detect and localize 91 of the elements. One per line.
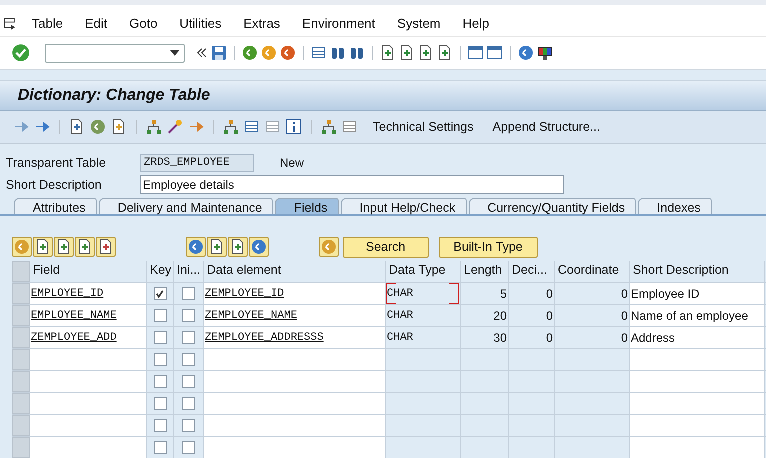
checkbox[interactable] — [182, 441, 195, 454]
dropdown-arrow-icon[interactable] — [170, 50, 180, 56]
table-cell[interactable]: ZEMPLOYEE_ADD — [30, 327, 147, 348]
info-icon[interactable] — [286, 119, 302, 135]
tab[interactable]: Attributes — [14, 198, 97, 214]
checkbox[interactable] — [182, 375, 195, 388]
menu-item[interactable]: Environment — [302, 16, 376, 31]
table-cell[interactable]: ZEMPLOYEE_ID — [204, 283, 386, 304]
magic-wand-icon[interactable] — [167, 119, 183, 135]
monitor-icon[interactable] — [537, 45, 553, 61]
checkbox[interactable] — [154, 287, 166, 300]
column-header[interactable]: Data element — [204, 261, 386, 282]
tab[interactable]: Indexes — [638, 198, 712, 214]
table-cell[interactable]: Address — [630, 327, 765, 348]
table-cell: CHAR — [386, 283, 461, 304]
checkbox[interactable] — [182, 309, 195, 322]
tab[interactable]: Delivery and Maintenance — [98, 198, 274, 214]
menu-item[interactable]: Table — [32, 16, 64, 31]
table-cell: CHAR — [386, 327, 461, 348]
table-cell[interactable] — [204, 415, 386, 436]
table-name-field: ZRDS_EMPLOYEE — [140, 154, 254, 172]
toolbar-button[interactable]: Append Structure... — [488, 120, 604, 134]
table-cell[interactable] — [30, 349, 147, 370]
table-cell: CHAR — [386, 305, 461, 326]
checkbox[interactable] — [154, 419, 166, 432]
table-cell[interactable]: Name of an employee — [630, 305, 765, 326]
tree-icon[interactable] — [223, 119, 239, 135]
checkbox[interactable] — [154, 441, 166, 454]
table-cell[interactable] — [204, 371, 386, 392]
toolbar-button[interactable]: Built-In Type — [438, 236, 538, 258]
table-cell[interactable] — [30, 393, 147, 414]
save-icon[interactable] — [211, 45, 227, 61]
table-cell[interactable]: Employee ID — [630, 283, 765, 304]
menu-item[interactable]: System — [397, 16, 441, 31]
column-header[interactable]: Ini... — [174, 261, 204, 282]
forward-arrow-icon[interactable] — [34, 119, 50, 135]
menu-item[interactable]: Utilities — [180, 16, 222, 31]
column-header[interactable]: Field — [30, 261, 147, 282]
menu-icon[interactable] — [4, 16, 18, 30]
table-cell[interactable] — [630, 415, 765, 436]
field-label: Short Description — [6, 178, 103, 192]
tab[interactable]: Fields — [275, 198, 339, 214]
table-cell[interactable] — [30, 437, 147, 458]
checkbox[interactable] — [154, 397, 166, 410]
screen-title: Dictionary: Change Table — [18, 86, 210, 104]
export-icon[interactable] — [188, 119, 204, 135]
tab[interactable]: Input Help/Check — [340, 198, 467, 214]
table-cell[interactable] — [630, 349, 765, 370]
hierarchy-icon[interactable] — [146, 119, 162, 135]
command-field[interactable] — [45, 44, 185, 62]
menu-item[interactable]: Edit — [85, 16, 108, 31]
tab[interactable]: Currency/Quantity Fields — [468, 198, 636, 214]
table-cell[interactable] — [204, 349, 386, 370]
checkbox[interactable] — [182, 397, 195, 410]
table-cell[interactable] — [30, 371, 147, 392]
enter-icon[interactable] — [12, 44, 30, 62]
checkbox[interactable] — [154, 309, 166, 322]
checkbox[interactable] — [182, 419, 195, 432]
table-cell[interactable]: EMPLOYEE_NAME — [30, 305, 147, 326]
table-cell[interactable]: ZEMPLOYEE_ADDRESSS — [204, 327, 386, 348]
table-icon[interactable] — [342, 119, 358, 135]
table-cell[interactable] — [204, 437, 386, 458]
column-header[interactable]: Coordinate — [555, 261, 630, 282]
menu-item[interactable]: Goto — [129, 16, 158, 31]
column-header[interactable]: Short Description — [630, 261, 765, 282]
checkbox[interactable] — [182, 287, 195, 300]
description-field[interactable]: Employee details — [140, 175, 564, 194]
select-all-cell[interactable] — [12, 261, 30, 282]
checkbox[interactable] — [182, 353, 195, 366]
table-cell[interactable] — [204, 393, 386, 414]
column-header[interactable]: Key — [147, 261, 174, 282]
checkbox[interactable] — [182, 331, 195, 344]
column-header[interactable]: Data Type — [386, 261, 461, 282]
column-header[interactable]: Deci... — [509, 261, 555, 282]
table-cell[interactable] — [30, 415, 147, 436]
table-cell[interactable]: ZEMPLOYEE_NAME — [204, 305, 386, 326]
column-header[interactable]: Length — [461, 261, 509, 282]
checkbox[interactable] — [154, 331, 166, 344]
table-cell[interactable] — [630, 437, 765, 458]
back-icon[interactable] — [242, 45, 258, 61]
menu-item[interactable]: Help — [462, 16, 490, 31]
table-cell[interactable] — [630, 371, 765, 392]
checkbox[interactable] — [154, 353, 166, 366]
status-text: New — [280, 156, 304, 170]
toolbar-button[interactable]: Search — [343, 236, 429, 258]
table-cell[interactable]: EMPLOYEE_ID — [30, 283, 147, 304]
toolbar-button[interactable]: Technical Settings — [369, 120, 478, 134]
table-cell[interactable] — [630, 393, 765, 414]
menu-item[interactable]: Extras — [244, 16, 280, 31]
checkbox[interactable] — [154, 375, 166, 388]
field-label: Transparent Table — [6, 156, 108, 170]
